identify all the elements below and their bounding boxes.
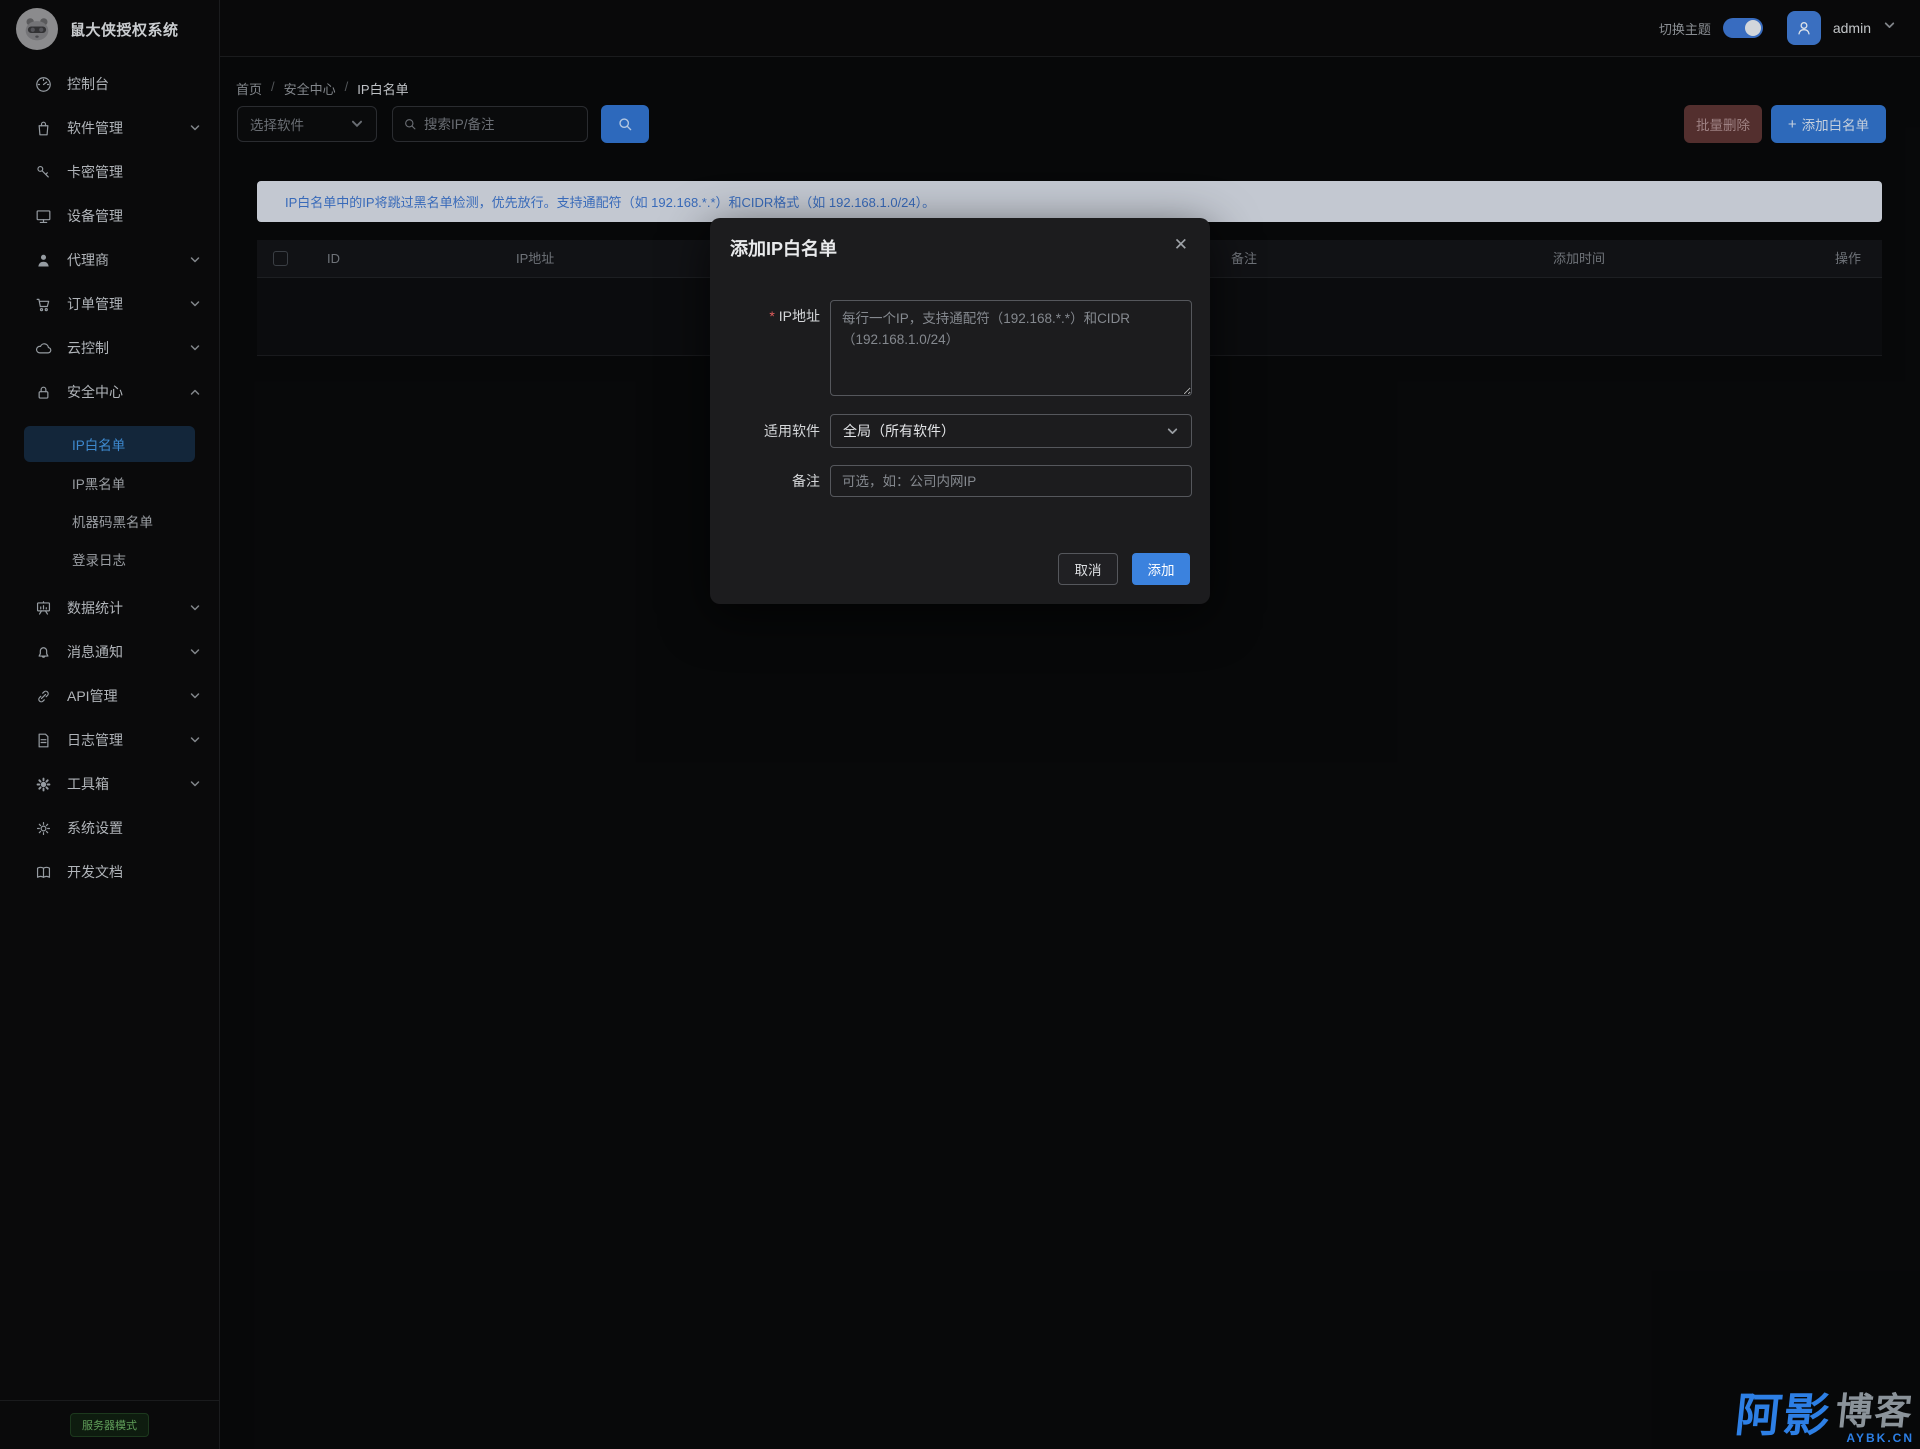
ip-address-label: *IP地址 (710, 306, 820, 326)
ip-address-textarea[interactable] (830, 300, 1192, 396)
modal-title: 添加IP白名单 (730, 235, 837, 261)
remark-label: 备注 (710, 471, 820, 491)
add-ip-whitelist-modal: 添加IP白名单 ✕ *IP地址 适用软件 全局（所有软件） 备注 取消 添加 (710, 218, 1210, 604)
required-mark: * (769, 308, 774, 324)
cancel-button[interactable]: 取消 (1058, 553, 1118, 585)
close-icon[interactable]: ✕ (1174, 236, 1188, 253)
applicable-software-select[interactable]: 全局（所有软件） (830, 414, 1192, 448)
chevron-down-icon (1166, 425, 1179, 438)
selected-software-value: 全局（所有软件） (843, 421, 1166, 441)
remark-input[interactable] (830, 465, 1192, 497)
confirm-add-button[interactable]: 添加 (1132, 553, 1190, 585)
applicable-software-label: 适用软件 (710, 421, 820, 441)
